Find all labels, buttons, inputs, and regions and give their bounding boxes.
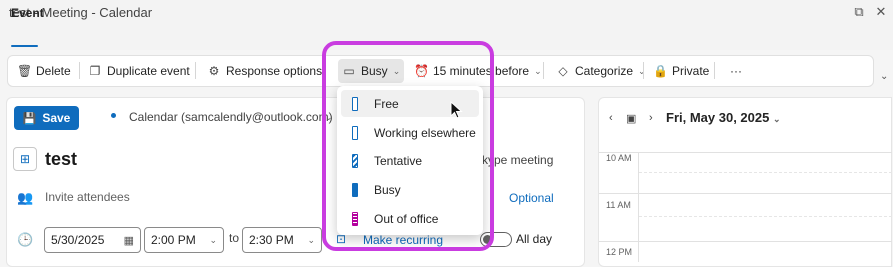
popout-icon[interactable]: ⧉ <box>851 4 867 20</box>
chevron-down-icon: ⌄ <box>307 234 315 245</box>
start-time-field[interactable]: 2:00 PM ⌄ <box>144 227 224 253</box>
divider <box>714 62 715 79</box>
mouse-cursor-icon <box>450 101 463 119</box>
close-icon[interactable]: ✕ <box>873 4 889 20</box>
response-options-button[interactable]: ⚙ Response options <box>203 56 326 86</box>
half-hour-line <box>639 216 892 217</box>
chevron-down-icon: ⌄ <box>772 114 781 124</box>
private-label: Private <box>672 64 710 78</box>
hour-line <box>599 193 892 194</box>
duplicate-event-button[interactable]: ❐ Duplicate event <box>84 56 194 86</box>
calendar-icon: ▦ <box>123 234 134 247</box>
end-time-field[interactable]: 2:30 PM ⌄ <box>242 227 322 253</box>
hour-line <box>599 241 892 242</box>
chevron-down-icon: ⌄ <box>534 65 542 76</box>
event-type-icon[interactable]: ⊞ <box>13 147 37 171</box>
calendar-color-dot <box>111 113 116 118</box>
highlight-box <box>322 41 494 251</box>
time-label: 10 AM <box>606 153 632 163</box>
hour-line <box>599 152 892 153</box>
to-label: to <box>229 231 240 245</box>
chevron-right-icon[interactable]: › <box>649 112 653 124</box>
more-label: ··· <box>730 64 742 78</box>
lock-icon: 🔒 <box>653 64 668 78</box>
half-hour-line <box>639 172 892 173</box>
optional-attendees-link[interactable]: Optional <box>509 191 554 205</box>
trash-icon: 🗑 <box>17 64 33 78</box>
people-icon: 👥 <box>17 190 34 205</box>
save-button[interactable]: 💾 Save <box>14 106 79 130</box>
sliders-icon: ⚙ <box>208 64 220 78</box>
divider <box>543 62 544 79</box>
divider <box>79 62 80 79</box>
divider <box>643 62 644 79</box>
start-time-value: 2:00 PM <box>151 233 196 247</box>
time-gutter-line <box>638 152 639 262</box>
divider <box>195 62 196 79</box>
time-label: 12 PM <box>606 247 633 257</box>
copy-icon: ❐ <box>89 64 101 78</box>
delete-button[interactable]: 🗑 Delete <box>13 56 75 86</box>
more-options-button[interactable]: ··· <box>726 56 746 86</box>
categorize-label: Categorize <box>575 64 634 78</box>
start-date-field[interactable]: 5/30/2025 ▦ <box>44 227 141 253</box>
tag-icon: ◇ <box>558 64 568 78</box>
chevron-down-icon: ⌄ <box>209 234 217 245</box>
chevron-down-icon: ⌄ <box>638 65 646 76</box>
calendar-selector[interactable]: Calendar (samcalendly@outlook.com) <box>129 110 333 124</box>
save-icon: 💾 <box>22 112 37 125</box>
private-button[interactable]: 🔒 Private <box>649 56 713 86</box>
today-icon[interactable]: ▣ <box>626 112 636 125</box>
time-label: 11 AM <box>606 200 631 210</box>
response-options-label: Response options <box>226 64 323 78</box>
tab-event[interactable]: Event <box>11 6 44 20</box>
delete-label: Delete <box>36 64 71 78</box>
end-time-value: 2:30 PM <box>249 233 294 247</box>
start-date-value: 5/30/2025 <box>51 233 105 247</box>
duplicate-label: Duplicate event <box>107 64 190 78</box>
chevron-down-icon[interactable]: ⌄ <box>880 71 888 82</box>
save-label: Save <box>42 111 71 125</box>
preview-date[interactable]: Fri, May 30, 2025 ⌄ <box>666 110 781 125</box>
tab-indicator <box>11 45 38 47</box>
invite-attendees-input[interactable]: Invite attendees <box>45 190 130 204</box>
all-day-label: All day <box>516 232 553 246</box>
event-title-input[interactable]: test <box>45 149 77 170</box>
categorize-button[interactable]: ◇ Categorize ⌄ <box>552 56 650 86</box>
chevron-left-icon[interactable]: ‹ <box>609 112 613 124</box>
clock-icon: 🕒 <box>17 232 34 247</box>
preview-date-label: Fri, May 30, 2025 <box>666 110 770 125</box>
